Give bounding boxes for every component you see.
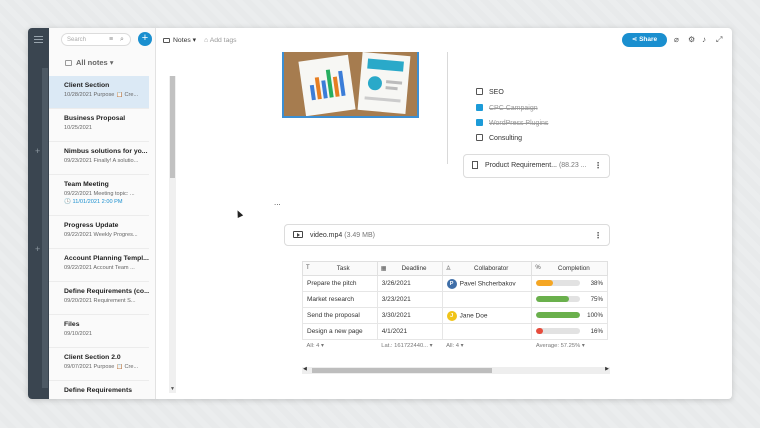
attachment-card[interactable]: Product Requirement... (88.23 ... ⋮ xyxy=(463,154,610,178)
search-input[interactable]: Search ≡ ⌕ xyxy=(61,33,131,46)
checkbox[interactable] xyxy=(476,134,483,141)
collaborator-cell[interactable] xyxy=(441,291,533,308)
plus-icon[interactable]: + xyxy=(35,244,40,254)
list-item[interactable]: Define Requirements xyxy=(49,381,149,399)
plus-icon[interactable]: + xyxy=(35,146,40,156)
footer-summary[interactable]: All: 4 ▾ xyxy=(303,340,378,353)
document-image xyxy=(357,52,411,114)
document-icon xyxy=(472,161,478,169)
breadcrumb[interactable]: Notes ▾ ⌂ Add tags xyxy=(163,36,237,44)
completion-cell[interactable]: 100% xyxy=(531,307,608,324)
table-row[interactable]: Send the proposal 3/30/2021 J Jane Doe 10… xyxy=(302,307,608,324)
list-item[interactable]: Define Requirements (co... 09/20/2021 Req… xyxy=(49,282,149,315)
document-image xyxy=(298,54,356,116)
progress-bar xyxy=(536,296,581,303)
checkbox[interactable] xyxy=(476,88,483,95)
footer-summary[interactable]: All: 4 ▾ xyxy=(442,340,532,353)
collaborator-cell[interactable]: J Jane Doe xyxy=(441,307,533,324)
checklist-item[interactable]: Consulting xyxy=(476,134,522,142)
checklist-item[interactable]: WordPress Plugins xyxy=(476,119,548,127)
column-header-task[interactable]: T Task xyxy=(302,261,378,276)
list-item[interactable]: Account Planning Templ... 09/22/2021 Acco… xyxy=(49,249,149,282)
column-divider xyxy=(447,52,448,164)
list-item[interactable]: Client Section 10/28/2021 Purpose 📋 Cre..… xyxy=(49,76,149,109)
filter-icon[interactable]: ≡ xyxy=(109,36,113,43)
progress-bar xyxy=(536,328,581,335)
collaborator-cell[interactable]: P Pavel Shcherbakov xyxy=(441,275,533,292)
column-header-completion[interactable]: % Completion xyxy=(531,261,608,276)
avatar: J xyxy=(446,310,457,321)
checkbox[interactable] xyxy=(476,104,483,111)
table-scrollbar[interactable]: ◀ ▶ xyxy=(302,366,610,374)
user-icon: ♙ xyxy=(445,266,452,272)
bell-icon[interactable]: ♪ xyxy=(702,35,706,44)
data-table: T Task ▦ Deadline ♙ Collaborator % Completio… xyxy=(302,261,608,353)
more-options-icon[interactable]: ⋮ xyxy=(594,161,602,170)
footer-summary[interactable]: Average: 57.25% ▾ xyxy=(532,340,608,353)
column-header-deadline[interactable]: ▦ Deadline xyxy=(376,261,443,276)
avatar: P xyxy=(446,278,457,289)
list-item[interactable]: Nimbus solutions for yo... 09/23/2021 Fin… xyxy=(49,142,149,175)
table-row[interactable]: Market research 3/23/2021 75% xyxy=(302,291,608,308)
add-tags-button[interactable]: ⌂ Add tags xyxy=(204,37,236,44)
video-attachment[interactable]: video.mp4 (3.49 MB) ⋮ xyxy=(284,224,610,246)
calendar-icon: ▦ xyxy=(380,266,387,272)
list-item[interactable]: Progress Update 09/22/2021 Weekly Progres… xyxy=(49,216,149,249)
progress-bar xyxy=(536,312,581,319)
scroll-right-icon[interactable]: ▶ xyxy=(605,366,609,372)
attachment-icon[interactable]: ⌀ xyxy=(674,35,679,44)
expand-icon[interactable]: ⤢ xyxy=(716,35,722,45)
search-icon[interactable]: ⌕ xyxy=(120,36,124,44)
checklist-item[interactable]: CPC Campaign xyxy=(476,104,538,112)
scroll-left-icon[interactable]: ◀ xyxy=(303,366,307,372)
settings-icon[interactable]: ⚙ xyxy=(688,35,695,44)
completion-cell[interactable]: 38% xyxy=(531,275,608,292)
text-type-icon: T xyxy=(306,265,310,271)
progress-bar xyxy=(536,280,581,287)
completion-cell[interactable]: 75% xyxy=(531,291,608,308)
left-rail: + + xyxy=(28,28,49,399)
table-footer: All: 4 ▾ Lat.: 161722440... ▾ All: 4 ▾ A… xyxy=(303,340,608,353)
video-icon xyxy=(293,231,303,238)
folder-icon xyxy=(163,38,170,43)
top-bar: Notes ▾ ⌂ Add tags ⋖ Share ⌀ ⚙ ♪ ⤢ xyxy=(156,28,732,52)
embedded-image[interactable] xyxy=(282,52,419,118)
rail-scroll[interactable] xyxy=(42,68,48,388)
list-item[interactable]: Team Meeting 09/22/2021 Meeting topic: ..… xyxy=(49,175,149,216)
completion-cell[interactable]: 16% xyxy=(531,323,608,340)
app-window: + + Search ≡ ⌕ + All notes ▾ Client Sect… xyxy=(28,28,732,399)
scroll-thumb[interactable] xyxy=(312,368,492,373)
notes-list-panel: Search ≡ ⌕ + All notes ▾ Client Section 1… xyxy=(49,28,176,399)
checkbox[interactable] xyxy=(476,119,483,126)
list-item[interactable]: Client Section 2.0 09/07/2021 Purpose 📋 C… xyxy=(49,348,149,381)
table-row[interactable]: Design a new page 4/1/2021 16% xyxy=(302,323,608,340)
collaborator-cell[interactable] xyxy=(441,323,533,340)
footer-summary[interactable]: Lat.: 161722440... ▾ xyxy=(377,340,442,353)
table-row[interactable]: Prepare the pitch 3/26/2021 P Pavel Shche… xyxy=(302,275,608,292)
all-notes-header[interactable]: All notes ▾ xyxy=(65,58,114,67)
folder-icon xyxy=(65,60,72,66)
list-item[interactable]: Business Proposal 10/25/2021 xyxy=(49,109,149,142)
list-item[interactable]: Files 09/10/2021 xyxy=(49,315,149,348)
note-content: SEO CPC Campaign WordPress Plugins Consu… xyxy=(156,52,732,399)
reminder-label: 🕓 11/01/2021 2:00 PM xyxy=(64,199,123,205)
more-options-icon[interactable]: ⋮ xyxy=(594,231,602,240)
report-graphic xyxy=(364,58,404,103)
menu-icon[interactable] xyxy=(34,36,43,43)
ellipsis-text: ... xyxy=(274,198,281,207)
chart-graphic xyxy=(309,69,346,101)
column-header-collaborator[interactable]: ♙ Collaborator xyxy=(441,261,533,276)
add-note-button[interactable]: + xyxy=(138,32,152,46)
notes-list: Client Section 10/28/2021 Purpose 📋 Cre..… xyxy=(49,76,149,399)
checklist-item[interactable]: SEO xyxy=(476,88,504,96)
mouse-cursor xyxy=(234,209,244,218)
percent-icon: % xyxy=(535,265,541,271)
share-button[interactable]: ⋖ Share xyxy=(622,33,667,47)
